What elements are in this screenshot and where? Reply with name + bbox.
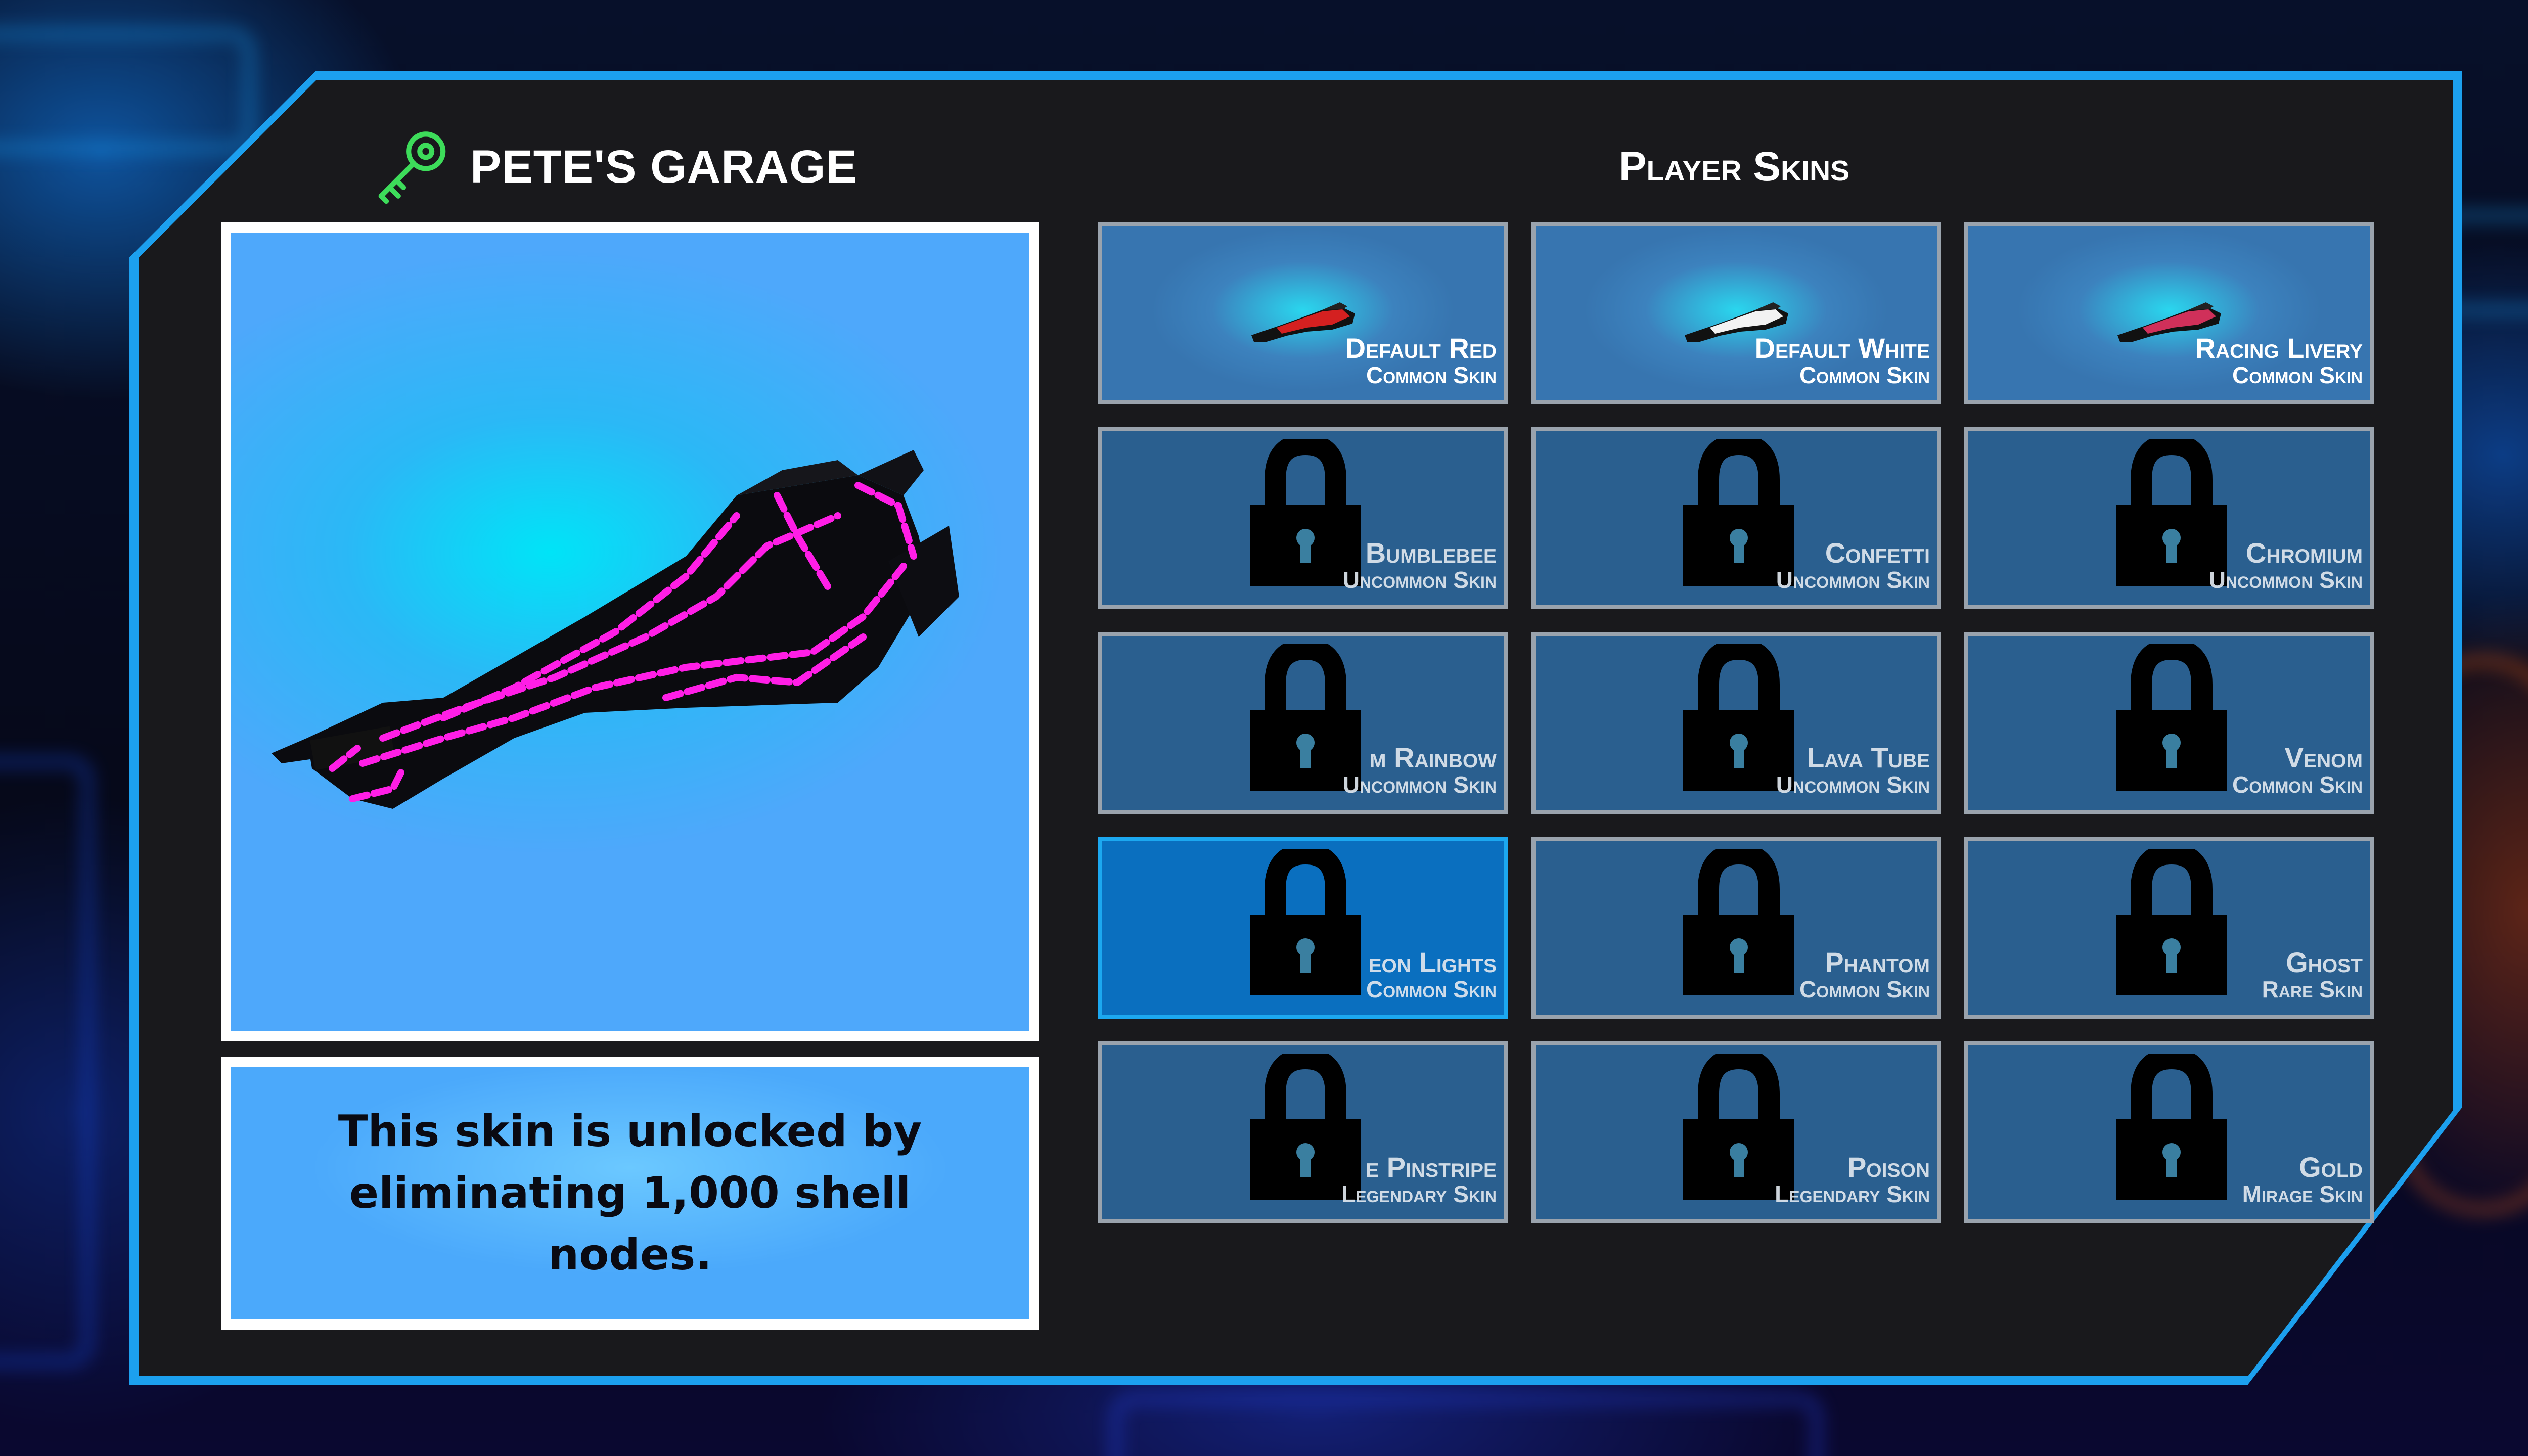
skin-name: e Pinstripe — [1366, 1151, 1497, 1183]
skin-rarity: Uncommon Skin — [1776, 567, 1930, 593]
skin-name: Chromium — [2245, 537, 2363, 569]
skin-name: Phantom — [1825, 946, 1930, 978]
skin-rarity: Common Skin — [2232, 362, 2363, 388]
skin-name: Gold — [2299, 1151, 2363, 1183]
skin-rarity: Legendary Skin — [1341, 1181, 1497, 1207]
skin-rarity: Uncommon Skin — [1342, 567, 1497, 593]
player-skins-title: Player Skins — [1618, 144, 1850, 190]
skin-rarity: Common Skin — [1799, 362, 1930, 388]
padlock-icon — [2116, 644, 2227, 791]
key-icon — [378, 131, 446, 204]
skin-rarity: Common Skin — [1366, 976, 1497, 1003]
bg-glow — [0, 758, 91, 1365]
skin-name: Default White — [1754, 332, 1930, 364]
padlock-icon — [1683, 849, 1794, 995]
padlock-icon — [2116, 1054, 2227, 1200]
skin-preview — [221, 222, 1039, 1041]
skin-tile[interactable]: Lava Tube Uncommon Skin — [1531, 632, 1941, 814]
skin-tile[interactable]: e Pinstripe Legendary Skin — [1098, 1041, 1508, 1223]
skin-name: Bumblebee — [1365, 537, 1497, 569]
skin-name: Default Red — [1345, 332, 1497, 364]
garage-header: PETE'S GARAGE — [369, 121, 857, 212]
skin-rarity: Uncommon Skin — [1776, 771, 1930, 798]
skin-rarity: Uncommon Skin — [1342, 771, 1497, 798]
skin-name: Confetti — [1825, 537, 1930, 569]
skin-rarity: Mirage Skin — [2242, 1181, 2363, 1207]
skin-tile[interactable]: Default Red Common Skin — [1098, 222, 1508, 404]
skin-rarity: Rare Skin — [2262, 976, 2363, 1003]
skin-name: Ghost — [2286, 946, 2363, 978]
skin-tile[interactable]: Venom Common Skin — [1964, 632, 2374, 814]
unlock-description-box: This skin is unlocked by eliminating 1,0… — [221, 1057, 1039, 1330]
skin-tile[interactable]: Chromium Uncommon Skin — [1964, 427, 2374, 609]
padlock-icon — [1250, 849, 1361, 995]
skin-name: eon Lights — [1368, 946, 1497, 978]
skin-name: Lava Tube — [1807, 742, 1930, 774]
skin-name: m Rainbow — [1370, 742, 1497, 774]
skin-rarity: Uncommon Skin — [2208, 567, 2363, 593]
skin-name: Racing Livery — [2195, 332, 2363, 364]
unlock-description: This skin is unlocked by eliminating 1,0… — [338, 1106, 922, 1280]
skin-rarity: Common Skin — [1799, 976, 1930, 1003]
skin-rarity: Common Skin — [1366, 362, 1497, 388]
bg-glow — [1112, 1395, 1820, 1456]
preview-ship-image — [272, 450, 959, 809]
skin-tile[interactable]: Racing Livery Common Skin — [1964, 222, 2374, 404]
skin-tile[interactable]: Phantom Common Skin — [1531, 837, 1941, 1019]
skin-grid: Default Red Common Skin Default White Commo… — [1098, 222, 2374, 1223]
skin-tile[interactable]: m Rainbow Uncommon Skin — [1098, 632, 1508, 814]
skin-name: Venom — [2284, 742, 2363, 774]
garage-title: PETE'S GARAGE — [470, 141, 857, 193]
bg-glow — [0, 30, 253, 152]
skin-rarity: Common Skin — [2232, 771, 2363, 798]
skin-tile[interactable]: eon Lights Common Skin — [1098, 837, 1508, 1019]
skin-tile[interactable]: Gold Mirage Skin — [1964, 1041, 2374, 1223]
skin-tile[interactable]: Default White Common Skin — [1531, 222, 1941, 404]
skin-tile[interactable]: Poison Legendary Skin — [1531, 1041, 1941, 1223]
skin-tile[interactable]: Bumblebee Uncommon Skin — [1098, 427, 1508, 609]
skin-name: Poison — [1847, 1151, 1930, 1183]
skin-rarity: Legendary Skin — [1775, 1181, 1930, 1207]
skin-tile[interactable]: Confetti Uncommon Skin — [1531, 427, 1941, 609]
skin-tile[interactable]: Ghost Rare Skin — [1964, 837, 2374, 1019]
padlock-icon — [2116, 849, 2227, 995]
